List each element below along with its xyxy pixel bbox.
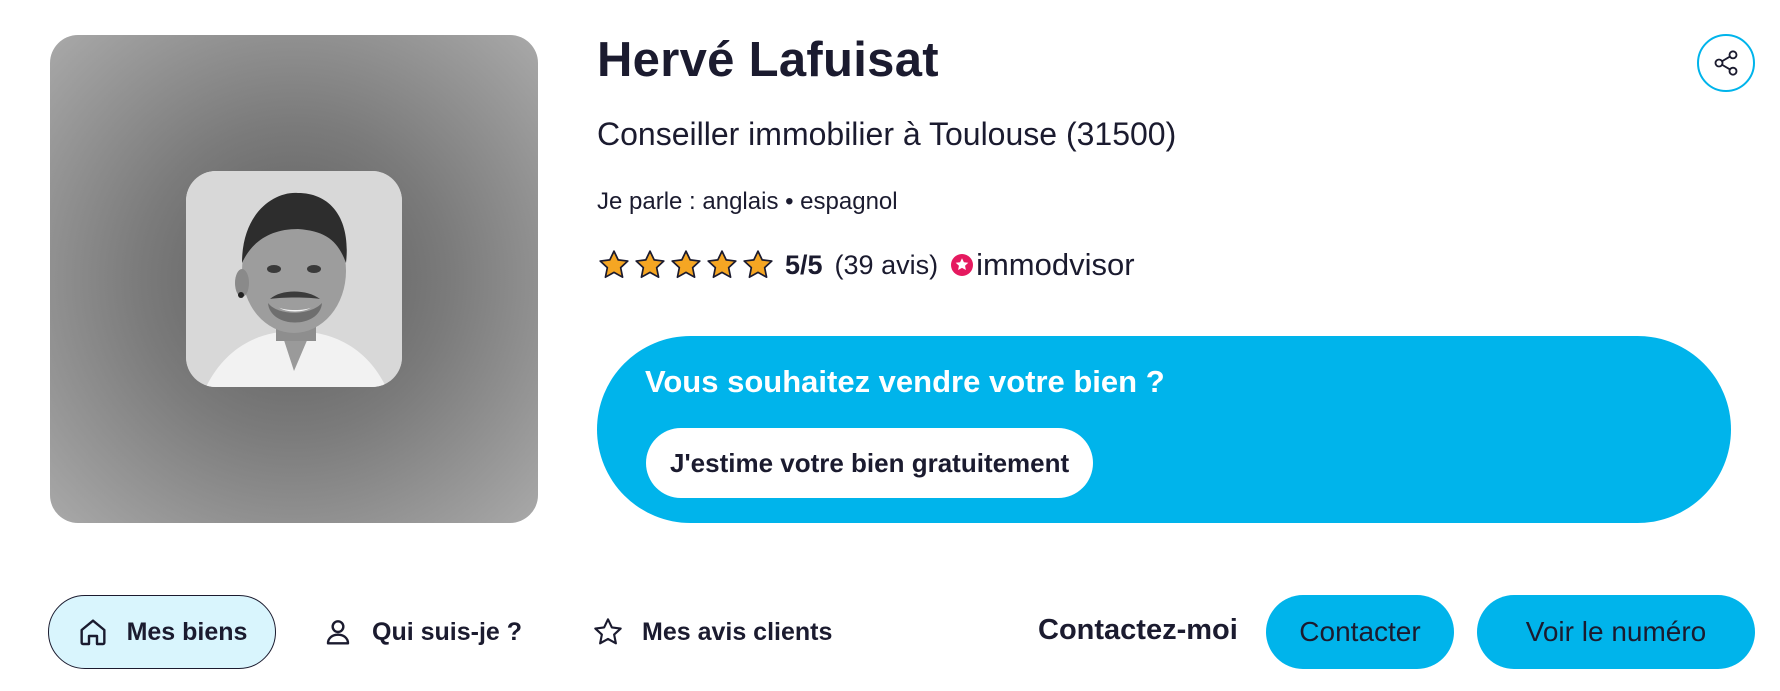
agent-photo-panel <box>50 35 538 523</box>
contact-label: Contactez-moi <box>1038 614 1238 646</box>
tab-mes-biens[interactable]: Mes biens <box>48 595 276 669</box>
star-icon <box>597 248 631 282</box>
tab-mes-biens-label: Mes biens <box>126 617 248 646</box>
user-icon <box>326 620 350 645</box>
star-outline-icon <box>594 618 622 645</box>
languages-spoken: Je parle : anglais • espagnol <box>597 188 898 215</box>
star-icon <box>633 248 667 282</box>
show-phone-button[interactable]: Voir le numéro <box>1477 595 1755 669</box>
tab-qui-suis-je[interactable]: Qui suis-je ? <box>322 595 522 669</box>
agent-title: Conseiller immobilier à Toulouse (31500) <box>597 116 1177 152</box>
tab-mes-avis-clients[interactable]: Mes avis clients <box>592 595 832 669</box>
star-icon <box>705 248 739 282</box>
home-icon <box>80 619 106 646</box>
immodvisor-icon <box>950 253 976 277</box>
avatar <box>186 171 402 387</box>
avatar-portrait <box>186 171 402 387</box>
rating-stars <box>597 248 775 282</box>
immodvisor-label: immodvisor <box>976 247 1135 282</box>
estimate-button[interactable]: J'estime votre bien gratuitement <box>646 428 1094 498</box>
tab-qui-suis-je-label: Qui suis-je ? <box>372 617 523 646</box>
rating-row: 5/5 (39 avis) immodvisor <box>597 245 1135 285</box>
immodvisor-logo[interactable]: immodvisor <box>950 247 1135 283</box>
share-button[interactable] <box>1697 34 1755 92</box>
sell-banner-title: Vous souhaitez vendre votre bien ? <box>645 364 1165 399</box>
agent-name: Hervé Lafuisat <box>597 33 939 87</box>
tab-mes-avis-clients-label: Mes avis clients <box>642 617 833 646</box>
contact-button[interactable]: Contacter <box>1266 595 1454 669</box>
sell-banner: Vous souhaitez vendre votre bien ? J'est… <box>597 336 1731 523</box>
rating-score: 5/5 <box>785 249 823 280</box>
star-icon <box>741 248 775 282</box>
star-icon <box>669 248 703 282</box>
review-count[interactable]: (39 avis) <box>835 250 939 281</box>
share-icon <box>1714 50 1738 76</box>
